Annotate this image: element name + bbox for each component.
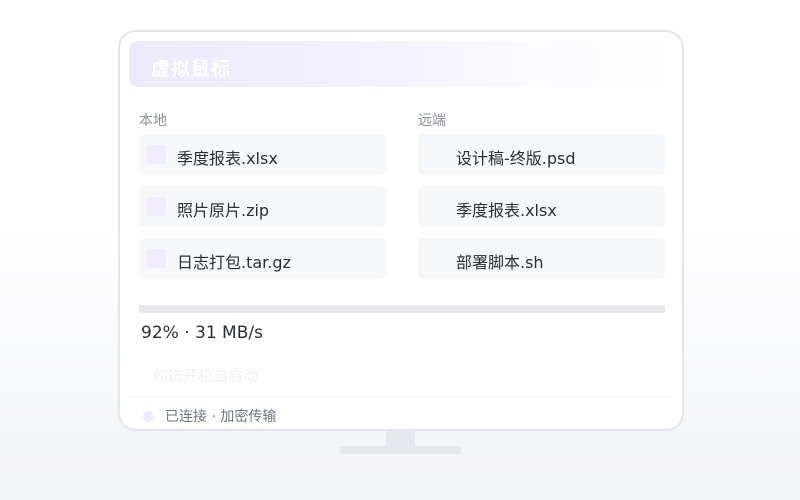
progress-fill (139, 305, 623, 313)
monitor-stand-base (340, 446, 461, 454)
remote-file-row[interactable]: 部署脚本.sh (418, 238, 665, 279)
status-text: 已连接 · 加密传输 (165, 409, 277, 425)
remote-column-header: 远端 (418, 113, 446, 129)
remote-file-row[interactable]: 季度报表.xlsx (418, 186, 665, 227)
connection-status: 已连接 · 加密传输 (143, 406, 276, 426)
file-icon (147, 249, 166, 268)
autostart-option[interactable]: 勾选开机自启动 (153, 365, 258, 386)
divider (129, 396, 673, 397)
local-column-header: 本地 (139, 113, 167, 129)
file-name: 季度报表.xlsx (456, 201, 557, 220)
remote-file-row[interactable]: 设计稿-终版.psd (418, 134, 665, 175)
local-file-row[interactable]: 季度报表.xlsx (139, 134, 386, 175)
file-name: 设计稿-终版.psd (456, 149, 576, 168)
file-icon (147, 197, 166, 216)
file-name: 照片原片.zip (177, 201, 270, 220)
monitor-frame: 虚拟鼠标 本地 远端 季度报表.xlsx 照片原片.zip 日志打包.tar.g… (118, 30, 684, 431)
title-bar: 虚拟鼠标 (129, 41, 673, 87)
transfer-progress-text: 92% · 31 MB/s (141, 323, 263, 343)
file-name: 部署脚本.sh (456, 253, 544, 272)
local-file-row[interactable]: 日志打包.tar.gz (139, 238, 386, 279)
file-name: 季度报表.xlsx (177, 149, 278, 168)
status-dot-icon (143, 410, 154, 422)
app-title: 虚拟鼠标 (151, 58, 232, 80)
file-name: 日志打包.tar.gz (177, 253, 291, 272)
local-file-row[interactable]: 照片原片.zip (139, 186, 386, 227)
file-icon (147, 145, 166, 164)
progress-bar (139, 305, 665, 313)
monitor-stand-neck (386, 430, 415, 447)
